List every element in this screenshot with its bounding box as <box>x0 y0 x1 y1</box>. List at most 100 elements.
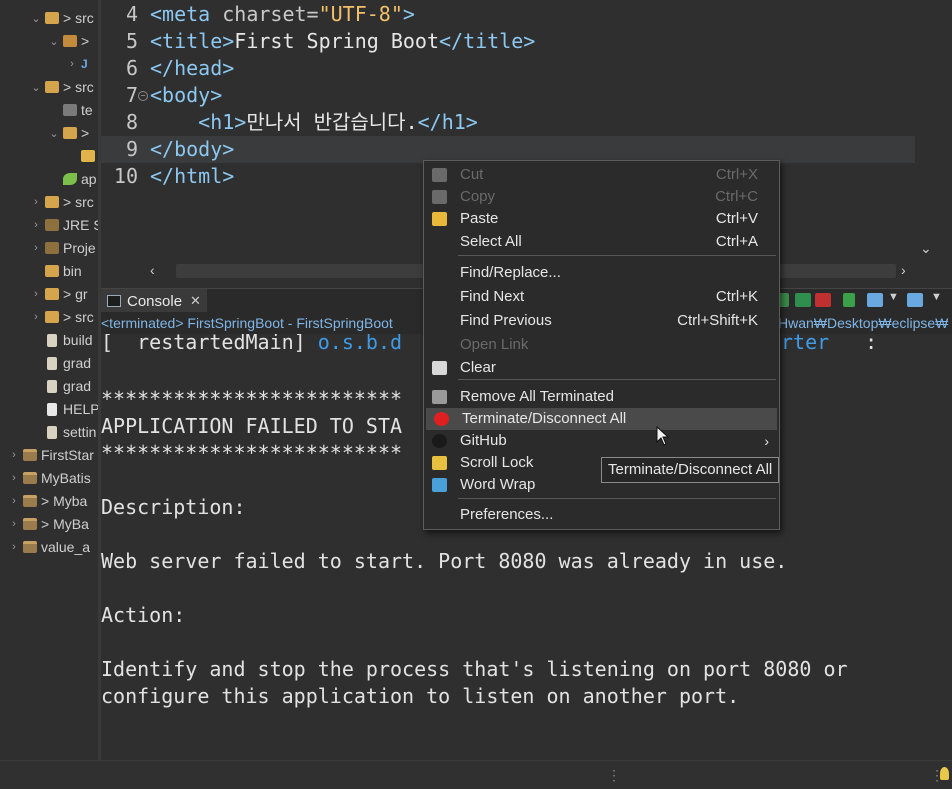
tree-item[interactable]: ⌄ > <box>48 30 89 52</box>
collapse-chevron-icon[interactable]: › <box>30 219 42 231</box>
code-line[interactable]: 7 <body> − <box>101 82 916 109</box>
tree-item[interactable]: › Proje <box>30 237 96 259</box>
tree-item[interactable]: bin <box>30 260 82 282</box>
menu-item-remove-all-terminated[interactable]: Remove All Terminated <box>424 386 779 408</box>
tree-item[interactable]: grad <box>30 375 91 397</box>
menu-item-preferences[interactable]: Preferences... <box>424 504 779 526</box>
terminate-icon <box>434 412 449 426</box>
tree-item[interactable] <box>66 145 98 167</box>
menu-item-cut[interactable]: Cut Ctrl+X <box>424 164 779 186</box>
console-line: [ restartedMain] o.s.b.d rter : <box>101 334 877 355</box>
tree-item[interactable]: › > MyBa <box>8 513 89 535</box>
menu-item-github[interactable]: GitHub › <box>424 430 779 452</box>
collapse-chevron-icon[interactable]: › <box>8 472 20 484</box>
tree-item-label: > src <box>63 309 94 325</box>
expand-chevron-icon[interactable]: ⌄ <box>30 81 42 94</box>
collapse-chevron-icon[interactable]: › <box>30 311 42 323</box>
tree-item-label: value_a <box>41 539 91 555</box>
menu-item-select-all[interactable]: Select All Ctrl+A <box>424 231 779 253</box>
tree-item[interactable]: grad <box>30 352 91 374</box>
folder-icon <box>45 265 59 277</box>
menu-item-label: Find Next <box>460 288 525 305</box>
tree-item[interactable]: › > src <box>30 191 94 213</box>
menu-item-paste[interactable]: Paste Ctrl+V <box>424 208 779 230</box>
menu-item-shortcut: Ctrl+X <box>715 166 758 183</box>
collapse-chevron-icon[interactable]: › <box>30 196 42 208</box>
tree-item[interactable]: › > Myba <box>8 490 87 512</box>
tree-item[interactable]: › J <box>66 53 97 75</box>
menu-item-open-link[interactable]: Open Link <box>424 334 779 356</box>
tree-item[interactable]: ⌄ > <box>48 122 89 144</box>
menu-item-find-replace[interactable]: Find/Replace... <box>424 262 779 284</box>
tree-item[interactable]: te <box>48 99 93 121</box>
console-link[interactable]: o.s.b.d <box>318 334 402 354</box>
close-icon[interactable]: ✕ <box>190 293 201 309</box>
tree-item[interactable]: ⌄ > src <box>30 76 93 98</box>
tree-item-label: HELP <box>63 401 98 417</box>
menu-item-shortcut: Ctrl+V <box>715 210 758 227</box>
code-line[interactable]: 8 <h1>만나서 반갑습니다.</h1> <box>101 109 916 136</box>
menu-item-label: Terminate/Disconnect All <box>462 410 627 427</box>
tree-item[interactable]: › JRE S <box>30 214 98 236</box>
scroll-lock-icon <box>432 456 447 470</box>
tree-item[interactable]: › FirstStar <box>8 444 94 466</box>
process-name: FirstSpringBoot - FirstSpringBoot <box>187 315 393 331</box>
menu-item-shortcut: Ctrl+C <box>715 188 758 205</box>
collapse-chevron-icon[interactable]: › <box>8 495 20 507</box>
proj-icon <box>23 541 37 553</box>
fold-toggle-icon[interactable]: − <box>138 91 148 101</box>
console-line: Web server failed to start. Port 8080 wa… <box>101 549 788 573</box>
editor-vertical-scrollbar[interactable]: ⌄ <box>915 0 937 262</box>
monitor-icon[interactable] <box>867 293 883 307</box>
tab-console[interactable]: Console ✕ <box>101 289 207 313</box>
lightbulb-icon[interactable] <box>940 767 949 780</box>
scroll-right-arrow-icon[interactable]: › <box>901 262 906 278</box>
menu-item-find-next[interactable]: Find Next Ctrl+K <box>424 286 779 308</box>
tree-item-label: grad <box>63 355 92 371</box>
github-icon <box>432 434 447 448</box>
code-line[interactable]: 5 <title>First Spring Boot</title> <box>101 28 916 55</box>
view-menu-icon[interactable]: ▼ <box>931 291 942 303</box>
collapse-chevron-icon[interactable]: › <box>8 449 20 461</box>
tree-item[interactable]: › > src <box>30 306 94 328</box>
collapse-chevron-icon[interactable]: › <box>66 58 78 70</box>
tree-item-label: te <box>81 102 93 118</box>
tree-item[interactable]: ap <box>48 168 97 190</box>
tree-item[interactable]: ⌄ > src <box>30 7 93 29</box>
tree-item[interactable]: settin <box>30 421 96 443</box>
expand-chevron-icon[interactable]: ⌄ <box>48 127 60 140</box>
scroll-left-arrow-icon[interactable]: ‹ <box>150 262 155 278</box>
tree-item[interactable]: build <box>30 329 93 351</box>
line-number: 6 <box>125 56 138 80</box>
collapse-chevron-icon[interactable]: › <box>30 242 42 254</box>
menu-item-copy[interactable]: Copy Ctrl+C <box>424 186 779 208</box>
gfile-icon <box>47 425 57 439</box>
tree-item[interactable]: › value_a <box>8 536 90 558</box>
new-console-icon[interactable] <box>907 293 923 307</box>
tree-item[interactable]: › MyBatis <box>8 467 91 489</box>
collapse-chevron-icon[interactable]: › <box>8 541 20 553</box>
tree-item[interactable]: › > gr <box>30 283 87 305</box>
menu-item-clear[interactable]: Clear <box>424 357 779 379</box>
open-console-icon[interactable] <box>815 293 831 307</box>
console-line: Action: <box>101 603 186 627</box>
code-line[interactable]: 4 <meta charset="UTF-8"> <box>101 1 916 28</box>
code-token: </head> <box>150 56 235 80</box>
tree-item[interactable]: HELP <box>30 398 98 420</box>
menu-item-find-previous[interactable]: Find Previous Ctrl+Shift+K <box>424 310 779 332</box>
console-link[interactable]: rter <box>781 334 829 355</box>
leaf-icon <box>63 173 77 185</box>
collapse-chevron-icon[interactable]: › <box>30 288 42 300</box>
collapse-chevron-icon[interactable]: › <box>8 518 20 530</box>
scroll-down-arrow-icon[interactable]: ⌄ <box>920 240 932 257</box>
chevron-down-icon[interactable]: ▼ <box>888 291 899 303</box>
console-tab-label: Console <box>127 292 183 310</box>
display-console-icon[interactable] <box>795 293 811 307</box>
pin-icon[interactable] <box>843 293 855 307</box>
menu-item-terminate-disconnect-all[interactable]: Terminate/Disconnect All <box>426 408 777 430</box>
expand-chevron-icon[interactable]: ⌄ <box>30 12 42 25</box>
code-line[interactable]: 9 </body> <box>101 136 916 163</box>
code-line[interactable]: 6 </head> <box>101 55 916 82</box>
package-explorer: ⌄> src⌄>›J⌄> srcte⌄>ap›> src›JRE S›Proje… <box>0 0 98 760</box>
expand-chevron-icon[interactable]: ⌄ <box>48 35 60 48</box>
